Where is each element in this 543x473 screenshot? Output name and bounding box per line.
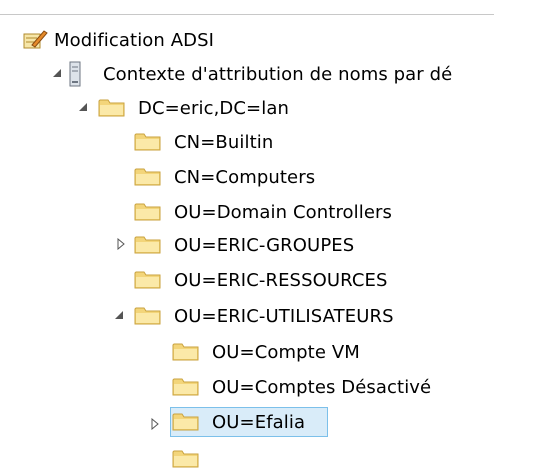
tree-node-container[interactable]: CN=Builtin [134,128,273,156]
folder-icon [172,413,199,431]
tree-node-label: OU=ERIC-UTILISATEURS [174,305,394,327]
tree-node-label: OU=ERIC-RESSOURCES [174,269,388,291]
folder-icon [172,378,199,396]
folder-icon [134,168,161,186]
tree-node-child[interactable]: OU=Comptes Désactivé [172,373,431,401]
tree-node-child[interactable]: OU=Compte VM [172,338,360,366]
expand-arrow-icon[interactable] [114,310,126,322]
folder-icon [172,450,199,468]
tree-node-label: OU=Compte VM [212,341,360,363]
expand-arrow-icon[interactable] [52,68,64,80]
tree-node-label: OU=Domain Controllers [174,201,393,223]
tree-node-clipped[interactable] [172,445,212,473]
collapse-arrow-icon[interactable] [116,238,128,250]
folder-icon [134,307,161,325]
tree-node-label: CN=Computers [174,166,316,188]
folder-icon [134,133,161,151]
tree-node-domain[interactable]: DC=eric,DC=lan [98,94,289,122]
folder-icon [134,203,161,221]
tree-node-label: Modification ADSI [54,29,215,51]
server-icon [69,61,81,87]
tree-node-container[interactable]: CN=Computers [134,163,315,191]
folder-icon [98,99,125,117]
tree-node-container[interactable]: OU=ERIC-UTILISATEURS [134,302,394,330]
tree-node-container[interactable]: OU=ERIC-RESSOURCES [134,266,388,294]
tree-node-naming-context[interactable]: Contexte d'attribution de noms par dé [67,60,452,88]
folder-icon [172,343,199,361]
tree-node-label: Contexte d'attribution de noms par dé [103,63,453,85]
tree-node-container[interactable]: OU=Domain Controllers [134,198,392,226]
expand-arrow-icon[interactable] [78,102,90,114]
tree-node-child-selected[interactable]: OU=Efalia [172,408,305,436]
tree-node-root[interactable]: Modification ADSI [22,26,214,54]
folder-icon [134,271,161,289]
tree-node-container[interactable]: OU=ERIC-GROUPES [134,231,354,259]
pane-top-border [0,14,494,15]
folder-icon [134,236,161,254]
tree-node-label: DC=eric,DC=lan [138,97,289,119]
adsi-edit-icon [23,30,48,49]
tree-node-label: OU=Efalia [212,411,306,433]
collapse-arrow-icon[interactable] [150,418,162,430]
tree-node-label: OU=Comptes Désactivé [212,376,432,398]
tree-node-label: CN=Builtin [174,131,274,153]
tree-node-label: OU=ERIC-GROUPES [174,234,355,256]
